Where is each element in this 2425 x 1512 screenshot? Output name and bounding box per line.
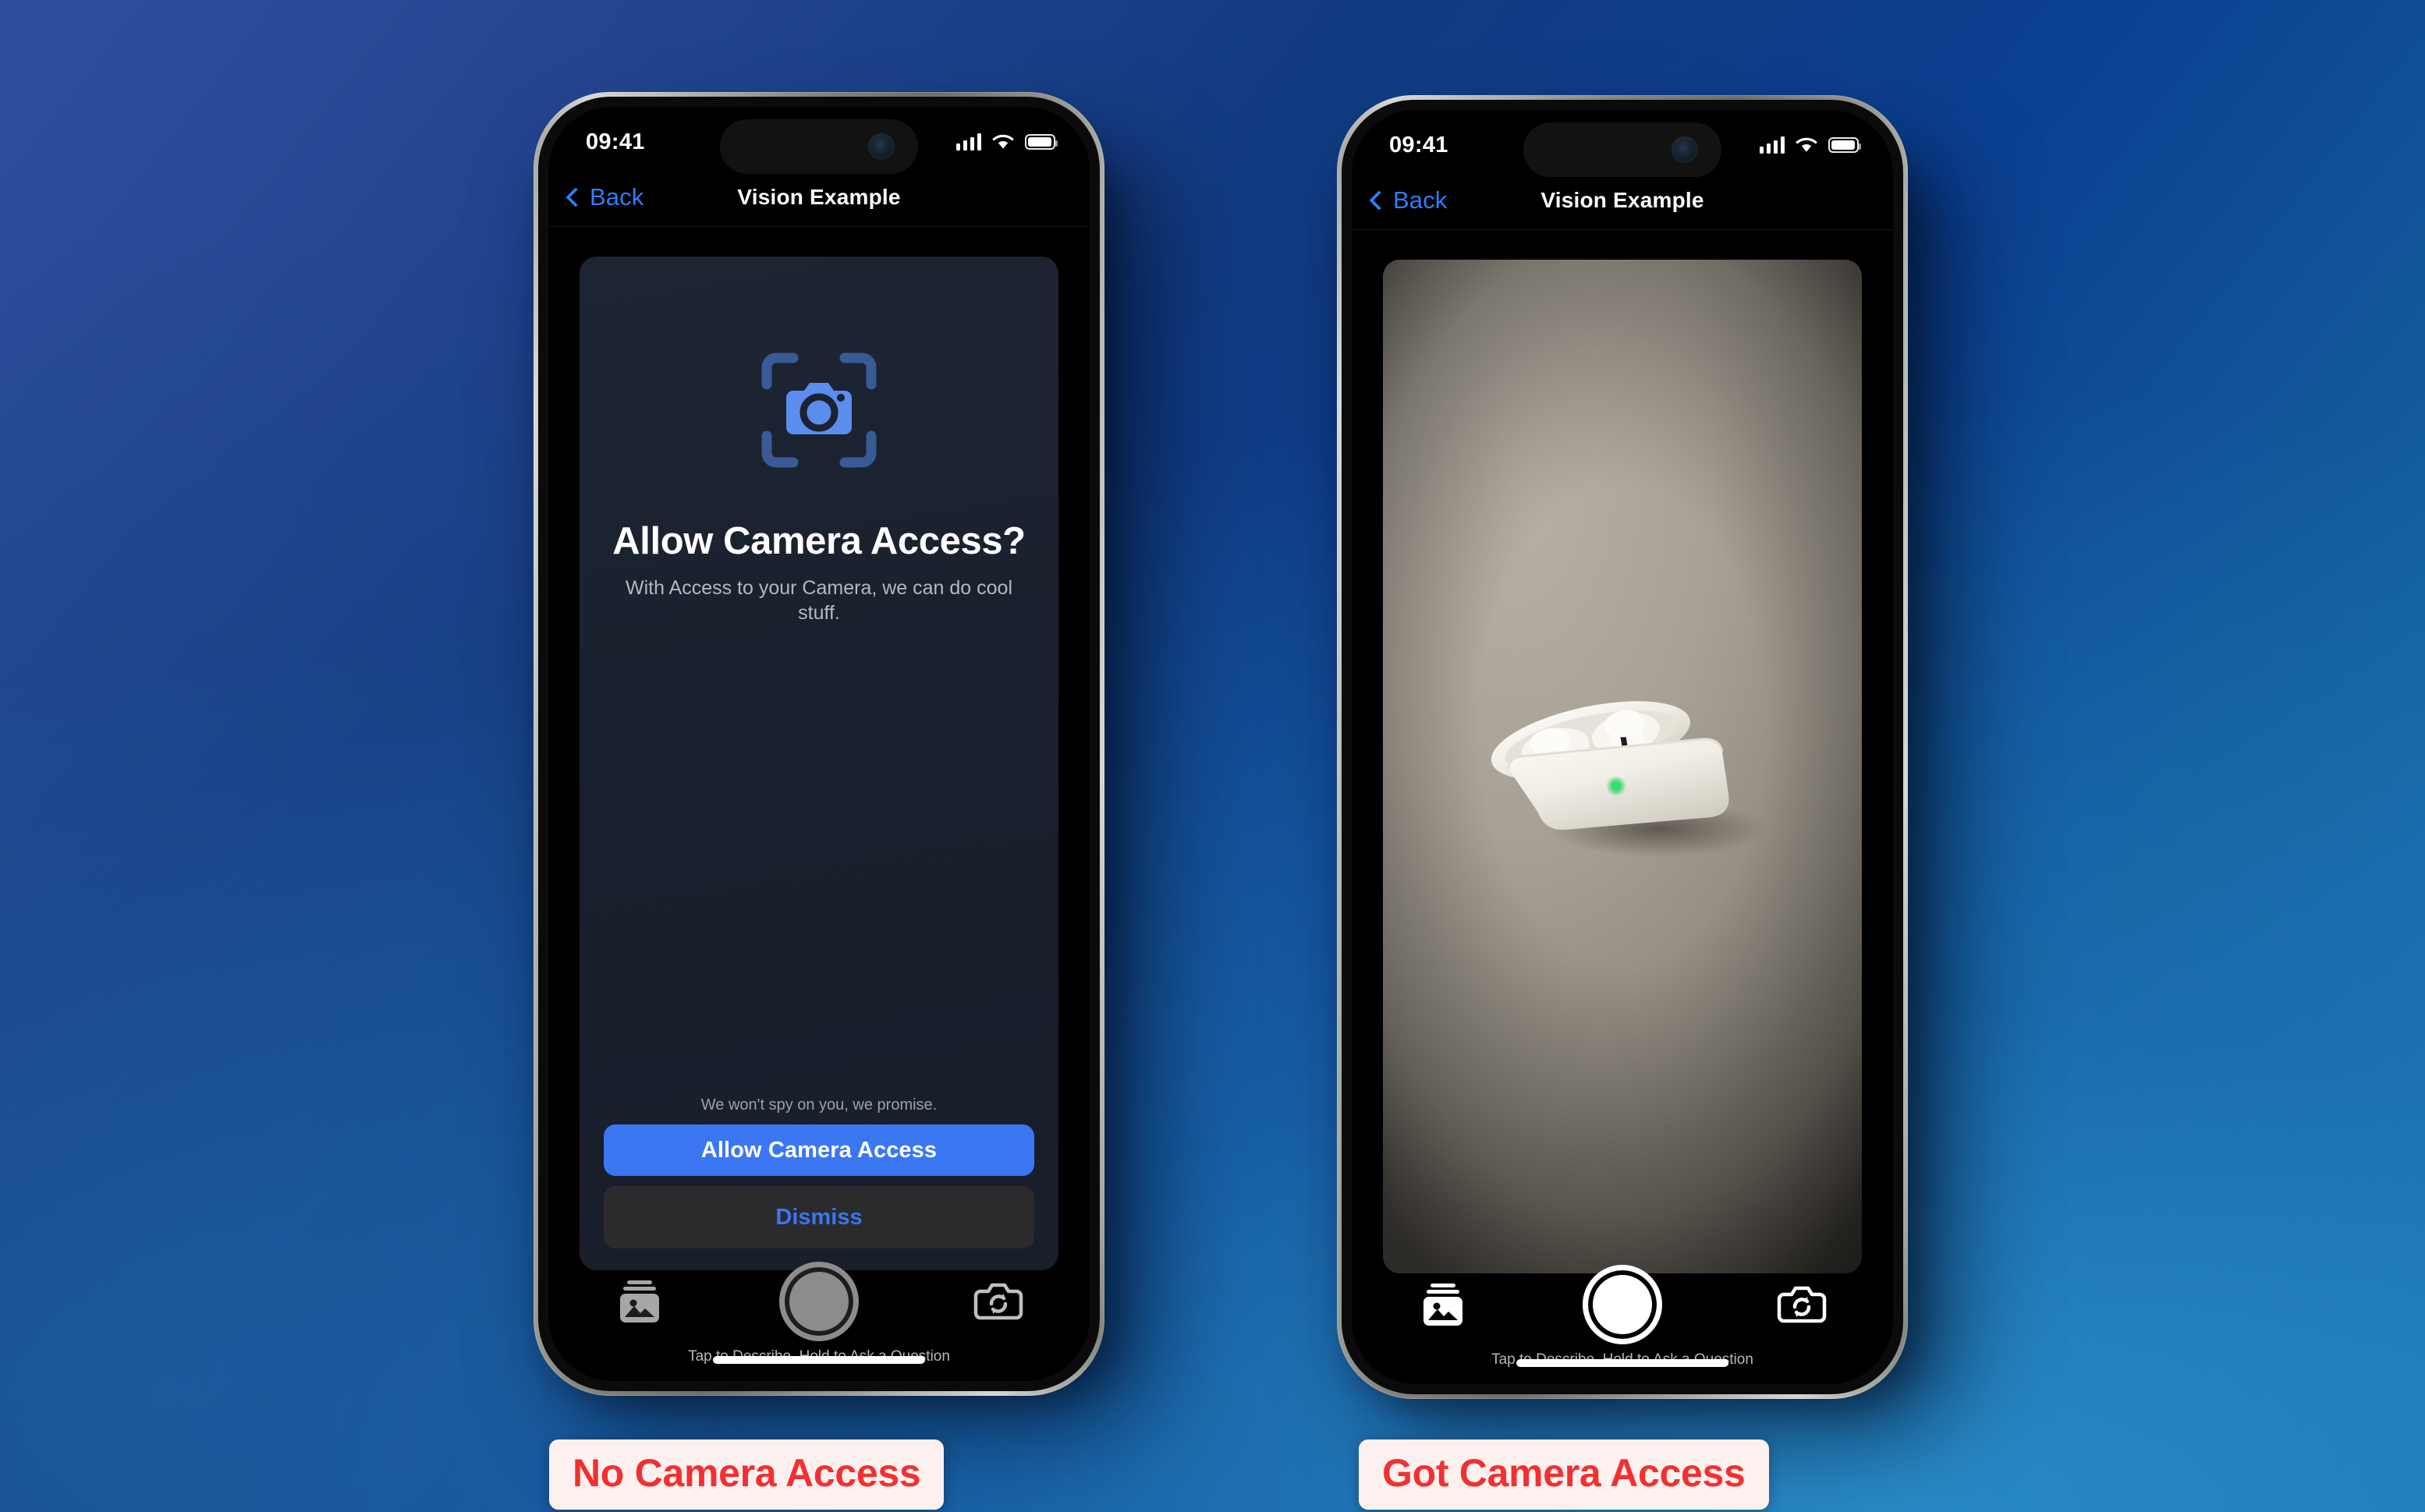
status-time: 09:41 — [586, 129, 645, 154]
phone-no-camera-access: 09:41 Back Vision Example Allow Camera A… — [515, 92, 1123, 1402]
status-bar: 09:41 — [548, 107, 1090, 174]
status-bar: 09:41 — [1352, 110, 1893, 177]
screenshot-stage: 09:41 Back Vision Example Allow Camera A… — [0, 0, 2425, 1512]
dismiss-button[interactable]: Dismiss — [604, 1186, 1034, 1248]
device-bezel: 09:41 — [538, 97, 1100, 1391]
navigation-bar: Back Vision Example — [1352, 171, 1893, 230]
caption-got-camera-access: Got Camera Access — [1359, 1439, 1769, 1510]
dynamic-island — [720, 119, 918, 174]
gallery-button[interactable] — [1413, 1277, 1473, 1333]
flip-camera-button[interactable] — [968, 1273, 1029, 1330]
camera-preview[interactable] — [1383, 260, 1862, 1273]
battery-full-icon — [1828, 137, 1861, 153]
chevron-left-icon — [1369, 189, 1389, 211]
shutter-button[interactable] — [1583, 1265, 1662, 1344]
caption-no-camera-access: No Camera Access — [549, 1439, 945, 1510]
preview-vignette — [1383, 260, 1862, 1273]
camera-rotate-icon — [973, 1283, 1023, 1320]
cellular-bars-icon — [1759, 136, 1785, 154]
dynamic-island — [1523, 122, 1721, 177]
device-bezel: 09:41 — [1342, 100, 1903, 1394]
navigation-bar: Back Vision Example — [548, 168, 1090, 227]
home-indicator[interactable] — [713, 1356, 925, 1364]
phone-got-camera-access: 09:41 Back Vision Example Tap — [1318, 95, 1927, 1405]
camera-viewfinder-icon — [760, 352, 877, 469]
photo-stack-icon — [620, 1280, 659, 1323]
screen-content: Allow Camera Access? With Access to your… — [548, 227, 1090, 1381]
permission-title: Allow Camera Access? — [612, 520, 1026, 562]
front-camera-lens-icon — [868, 133, 895, 160]
device-frame: 09:41 — [1337, 95, 1908, 1399]
wifi-icon — [992, 134, 1014, 149]
chevron-left-icon — [565, 186, 586, 207]
front-camera-lens-icon — [1672, 136, 1698, 163]
device-screen: 09:41 — [548, 107, 1090, 1381]
device-frame: 09:41 — [534, 92, 1104, 1396]
camera-controls: Tap to Describe, Hold to Ask a Question — [548, 1262, 1090, 1381]
back-button[interactable]: Back — [1369, 186, 1448, 214]
home-indicator[interactable] — [1516, 1359, 1728, 1367]
battery-full-icon — [1025, 134, 1058, 150]
device-screen: 09:41 — [1352, 110, 1893, 1384]
status-time: 09:41 — [1389, 132, 1448, 158]
shutter-button[interactable] — [779, 1262, 859, 1341]
cellular-bars-icon — [955, 133, 981, 150]
wifi-icon — [1796, 137, 1817, 152]
gallery-button[interactable] — [609, 1273, 670, 1330]
camera-permission-card: Allow Camera Access? With Access to your… — [580, 257, 1058, 1270]
camera-controls: Tap to Describe, Hold to Ask a Question — [1352, 1265, 1893, 1384]
photo-stack-icon — [1423, 1284, 1462, 1326]
permission-note: We won't spy on you, we promise. — [700, 1096, 938, 1114]
back-button-label: Back — [590, 182, 644, 211]
back-button[interactable]: Back — [565, 182, 644, 211]
back-button-label: Back — [1393, 186, 1448, 214]
allow-camera-access-button[interactable]: Allow Camera Access — [604, 1124, 1034, 1176]
flip-camera-button[interactable] — [1771, 1277, 1832, 1333]
screen-content: Tap to Describe, Hold to Ask a Question — [1352, 230, 1893, 1384]
permission-subtitle: With Access to your Camera, we can do co… — [625, 576, 1013, 624]
camera-rotate-icon — [1777, 1286, 1827, 1323]
